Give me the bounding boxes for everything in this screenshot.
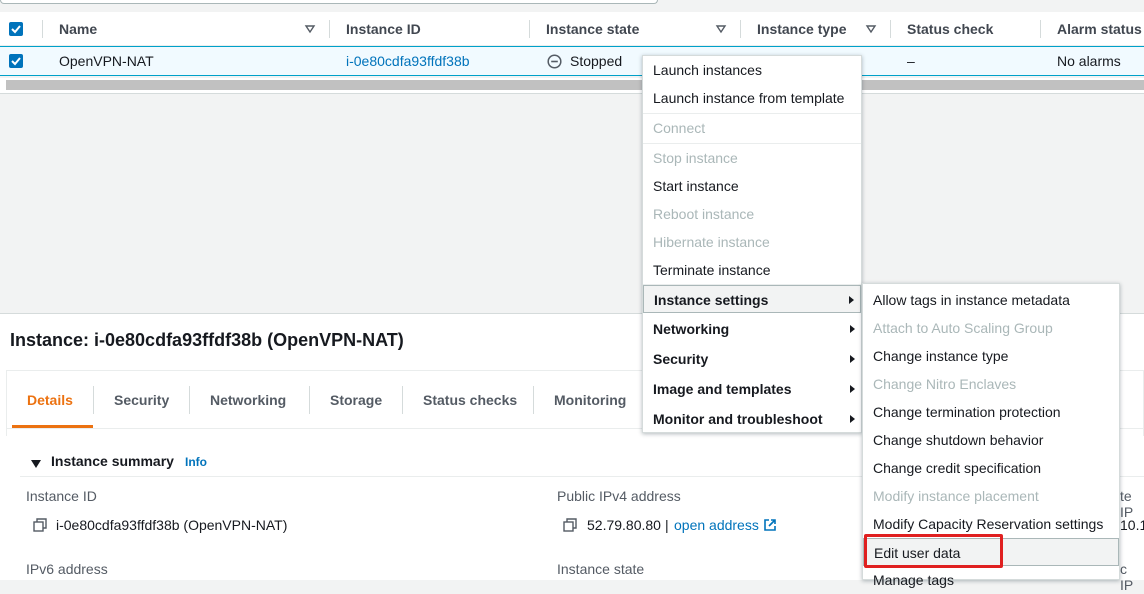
menu-item-label: Image and templates [653, 381, 792, 397]
tab-storage[interactable]: Storage [330, 385, 382, 429]
copy-icon[interactable] [33, 518, 47, 532]
menu-item-start-instance[interactable]: Start instance [643, 172, 861, 200]
stopped-icon [547, 54, 562, 69]
search-field-edge[interactable] [0, 0, 658, 4]
instance-state-label: Instance state [557, 561, 645, 577]
submenu-item-change-termination-protection[interactable]: Change termination protection [863, 398, 1119, 426]
sort-down-icon[interactable] [715, 23, 727, 35]
separator-pipe: | [665, 517, 669, 533]
submenu-item-attach-asg: Attach to Auto Scaling Group [873, 320, 1053, 336]
chevron-right-icon [850, 325, 855, 333]
submenu-item-change-nitro-enclaves: Change Nitro Enclaves [873, 376, 1017, 392]
copy-icon[interactable] [563, 518, 577, 532]
sort-down-icon[interactable] [304, 23, 316, 35]
chevron-right-icon [850, 385, 855, 393]
submenu-item-allow-tags[interactable]: Allow tags in instance metadata [863, 286, 1119, 314]
chevron-right-icon [850, 355, 855, 363]
menu-item-launch-from-template[interactable]: Launch instance from template [643, 84, 861, 112]
menu-item-launch-instances[interactable]: Launch instances [643, 56, 861, 84]
column-header-instance-state[interactable]: Instance state [546, 12, 639, 46]
tab-status-checks[interactable]: Status checks [423, 385, 517, 429]
column-header-alarm-status[interactable]: Alarm status [1057, 12, 1142, 46]
menu-item-security[interactable]: Security [643, 345, 861, 373]
menu-item-networking[interactable]: Networking [643, 315, 861, 343]
submenu-item-change-credit-specification[interactable]: Change credit specification [863, 454, 1119, 482]
public-dns-label-cut: c IP [1120, 561, 1134, 593]
menu-item-image-and-templates[interactable]: Image and templates [643, 375, 861, 403]
submenu-item-modify-instance-placement: Modify instance placement [873, 488, 1039, 504]
menu-item-hibernate-instance: Hibernate instance [653, 234, 770, 250]
row-checkbox[interactable] [9, 54, 23, 68]
open-address-link[interactable]: open address [674, 517, 759, 533]
instance-id-value: i-0e80cdfa93ffdf38b (OpenVPN-NAT) [56, 517, 288, 533]
private-ip-label-cut: te IP [1120, 488, 1134, 520]
ipv6-label: IPv6 address [26, 561, 108, 577]
alarm-status-value: No alarms [1057, 53, 1121, 69]
summary-title[interactable]: Instance summary [51, 453, 174, 469]
menu-item-label: Networking [653, 321, 730, 337]
public-ipv4-value: 52.79.80.80 [587, 517, 661, 533]
chevron-right-icon [849, 296, 854, 304]
select-all-checkbox[interactable] [9, 22, 23, 36]
menu-item-connect: Connect [653, 120, 706, 136]
caret-down-icon[interactable] [31, 456, 41, 468]
column-header-instance-type[interactable]: Instance type [757, 12, 846, 46]
column-header-instance-id[interactable]: Instance ID [346, 12, 421, 46]
tab-monitoring[interactable]: Monitoring [554, 385, 626, 429]
instances-table: Name Instance ID Instance state Instance… [0, 12, 1144, 76]
info-link[interactable]: Info [185, 455, 207, 469]
external-link-icon[interactable] [763, 518, 777, 532]
chevron-right-icon [850, 415, 855, 423]
column-header-name[interactable]: Name [59, 12, 97, 46]
status-check-value: – [907, 53, 915, 69]
instance-state-value: Stopped [570, 53, 623, 69]
submenu-item-manage-tags[interactable]: Manage tags [863, 566, 1119, 594]
column-header-status-check[interactable]: Status check [907, 12, 993, 46]
submenu-item-change-instance-type[interactable]: Change instance type [863, 342, 1119, 370]
table-row[interactable]: OpenVPN-NAT i-0e80cdfa93ffdf38b Stopped … [0, 46, 1144, 76]
menu-item-stop-instance: Stop instance [653, 150, 738, 166]
menu-item-label: Instance settings [654, 292, 769, 308]
instance-name: OpenVPN-NAT [59, 53, 154, 69]
instance-id-label: Instance ID [26, 488, 97, 504]
tab-details[interactable]: Details [27, 385, 73, 429]
actions-context-menu: Launch instances Launch instance from te… [642, 55, 862, 433]
instance-id-link[interactable]: i-0e80cdfa93ffdf38b [346, 47, 470, 75]
tab-networking[interactable]: Networking [210, 385, 286, 429]
public-ipv4-label: Public IPv4 address [557, 488, 681, 504]
highlight-box [864, 534, 1003, 568]
menu-item-label: Security [653, 351, 709, 367]
menu-item-label: Monitor and troubleshoot [653, 411, 823, 427]
submenu-item-change-shutdown-behavior[interactable]: Change shutdown behavior [863, 426, 1119, 454]
horizontal-scrollbar-thumb[interactable] [6, 80, 1144, 90]
menu-item-instance-settings[interactable]: Instance settings [643, 285, 861, 313]
sort-down-icon[interactable] [865, 23, 877, 35]
private-ip-value-cut: 10.1 [1120, 517, 1144, 533]
table-header: Name Instance ID Instance state Instance… [0, 12, 1144, 46]
menu-item-reboot-instance: Reboot instance [653, 206, 755, 222]
menu-item-terminate-instance[interactable]: Terminate instance [643, 256, 861, 284]
menu-item-monitor-and-troubleshoot[interactable]: Monitor and troubleshoot [643, 405, 861, 433]
tab-security[interactable]: Security [114, 385, 169, 429]
page-title: Instance: i-0e80cdfa93ffdf38b (OpenVPN-N… [10, 330, 404, 350]
